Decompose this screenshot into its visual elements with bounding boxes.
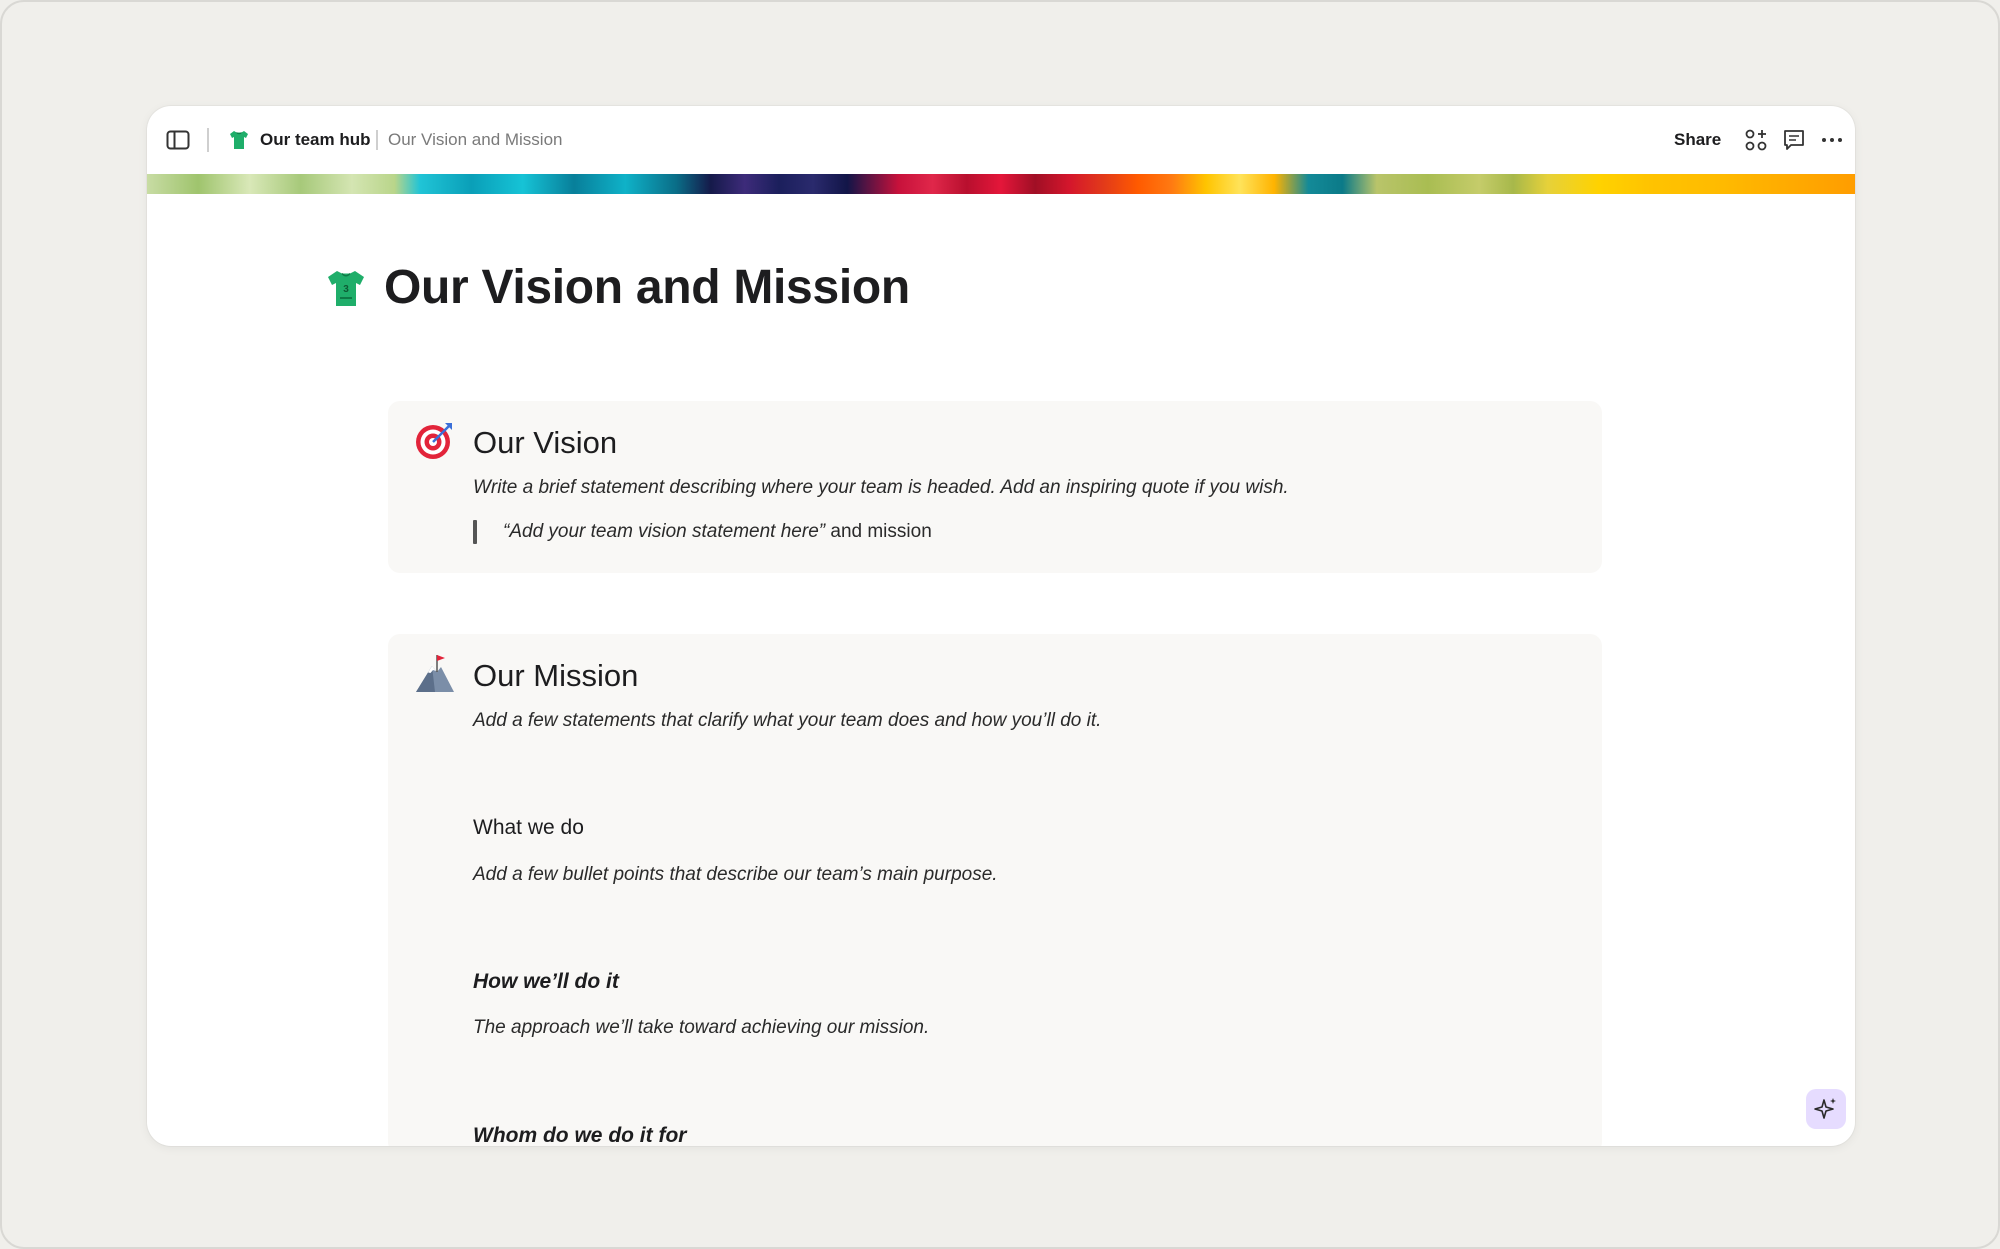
apps-icon[interactable] <box>1744 128 1768 152</box>
toolbar-divider <box>207 128 209 152</box>
share-button[interactable]: Share <box>1674 126 1721 154</box>
top-bar: Our team hub Our Vision and Mission Shar… <box>147 106 1855 174</box>
jersey-icon: 3 <box>328 271 364 306</box>
quote-bar <box>473 520 477 544</box>
section-heading-whom[interactable]: Whom do we do it for <box>473 1122 686 1146</box>
vision-description[interactable]: Write a brief statement describing where… <box>473 475 1289 501</box>
vision-card: Our Vision Write a brief statement descr… <box>388 401 1602 573</box>
section-body-how[interactable]: The approach we’ll take toward achieving… <box>473 1015 929 1041</box>
content-scroll-area[interactable]: 3 Our Vision and Mission Our Vision Writ… <box>147 194 1855 1146</box>
breadcrumb-hub-link[interactable]: Our team hub <box>260 128 371 152</box>
svg-text:3: 3 <box>343 284 349 295</box>
vision-heading[interactable]: Our Vision <box>473 423 617 463</box>
breadcrumb-current-page: Our Vision and Mission <box>388 130 563 149</box>
section-heading-how[interactable]: How we’ll do it <box>473 968 619 996</box>
document-content: 3 Our Vision and Mission Our Vision Writ… <box>147 194 1855 1146</box>
section-heading-what[interactable]: What we do <box>473 814 584 842</box>
cover-banner <box>147 174 1855 194</box>
mission-heading[interactable]: Our Mission <box>473 656 638 696</box>
vision-quote[interactable]: “Add your team vision statement here” an… <box>503 519 932 545</box>
comment-icon[interactable] <box>1782 128 1806 152</box>
mission-description[interactable]: Add a few statements that clarify what y… <box>473 708 1101 734</box>
ai-assistant-button[interactable] <box>1806 1089 1846 1129</box>
sidebar-toggle-icon <box>166 130 190 150</box>
sidebar-toggle-button[interactable] <box>165 128 191 152</box>
jersey-icon <box>230 131 248 149</box>
target-icon <box>416 423 452 459</box>
breadcrumb-separator <box>376 130 378 150</box>
vision-quote-rest: and mission <box>825 521 932 542</box>
section-body-what[interactable]: Add a few bullet points that describe ou… <box>473 862 998 888</box>
more-icon[interactable] <box>1820 128 1844 152</box>
document-window: Our team hub Our Vision and Mission Shar… <box>147 106 1855 1146</box>
sparkle-icon <box>1814 1098 1836 1119</box>
mountain-flag-icon <box>416 655 454 692</box>
mission-card: Our Mission Add a few statements that cl… <box>388 634 1602 1146</box>
page-title[interactable]: Our Vision and Mission <box>384 260 910 316</box>
vision-quote-italic: “Add your team vision statement here” <box>503 521 826 542</box>
